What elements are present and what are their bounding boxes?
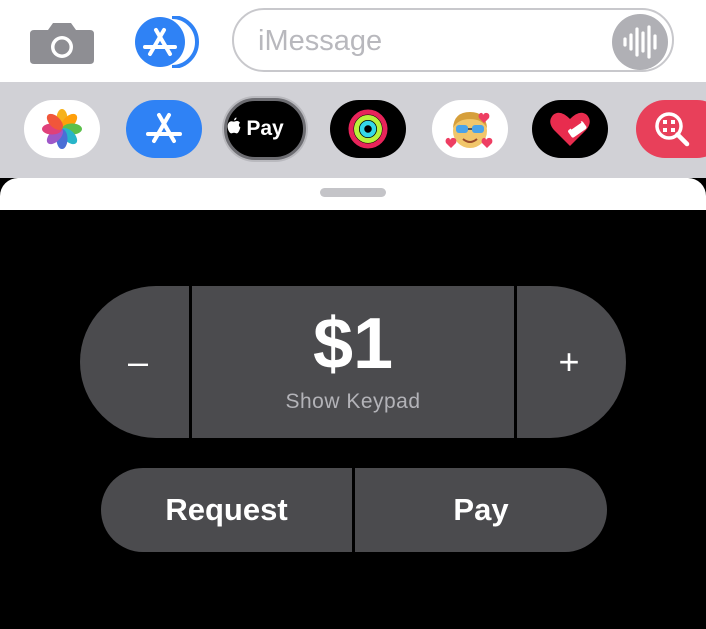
activity-app[interactable] — [330, 100, 406, 158]
apple-pay-label: Pay — [246, 117, 284, 140]
app-store-button[interactable] — [132, 15, 202, 69]
apple-logo-icon — [227, 117, 241, 134]
request-button[interactable]: Request — [101, 468, 352, 552]
amount-stepper: – $1 Show Keypad + — [80, 286, 626, 438]
sheet-grabber[interactable] — [320, 188, 386, 197]
message-input[interactable] — [256, 20, 620, 62]
increase-amount-button[interactable]: + — [517, 286, 626, 438]
images-search-app[interactable] — [636, 100, 706, 158]
plus-icon: + — [558, 341, 580, 382]
app-store-app[interactable] — [126, 100, 202, 158]
payment-actions: Request Pay — [101, 468, 607, 552]
show-keypad-label: Show Keypad — [285, 390, 421, 413]
imessage-app-drawer: Pay — [0, 82, 706, 178]
activity-rings-icon — [348, 109, 388, 149]
camera-button[interactable] — [28, 18, 96, 66]
camera-icon — [30, 23, 94, 64]
amount-value: $1 — [312, 304, 394, 384]
photos-icon — [42, 109, 82, 149]
audio-waveform-icon — [623, 25, 657, 59]
audio-message-button[interactable] — [612, 14, 668, 70]
pay-button[interactable]: Pay — [355, 468, 607, 552]
image-search-icon — [655, 112, 690, 147]
app-store-icon — [146, 113, 182, 143]
memoji-app[interactable] — [432, 100, 508, 158]
digital-touch-app[interactable] — [532, 100, 608, 158]
message-field[interactable] — [232, 8, 674, 72]
minus-icon: – — [127, 341, 149, 382]
decrease-amount-button[interactable]: – — [80, 286, 189, 438]
apple-pay-sheet-header — [0, 178, 706, 210]
photos-app[interactable] — [24, 100, 100, 158]
app-store-icon — [135, 15, 199, 69]
apple-pay-app[interactable]: Pay — [224, 98, 306, 160]
apple-pay-icon: Pay — [227, 117, 303, 141]
compose-bar — [0, 0, 706, 82]
digital-touch-heart-icon — [550, 112, 590, 146]
amount-display-button[interactable]: $1 Show Keypad — [192, 286, 514, 438]
memoji-icon — [445, 112, 493, 148]
